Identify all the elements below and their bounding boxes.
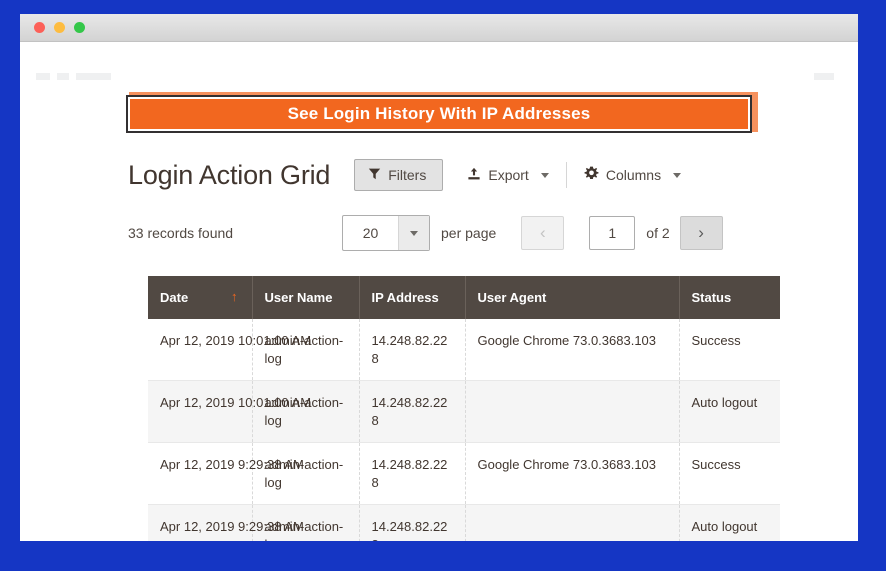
table-body: Apr 12, 2019 10:01:00 AM admin-action-lo… — [148, 319, 780, 541]
pagination-bar: 33 records found 20 per page ‹ 1 of 2 › — [128, 210, 773, 256]
filters-button-label: Filters — [388, 167, 427, 183]
column-header-date-label: Date — [160, 290, 189, 305]
cell-ip-address: 14.248.82.228 — [359, 442, 466, 505]
export-button-label: Export — [488, 167, 529, 183]
per-page-select[interactable]: 20 — [342, 215, 430, 251]
cell-user-name: admin-action-log — [252, 380, 360, 443]
cell-user-agent — [465, 504, 680, 541]
login-action-grid-table: Date ↑ User Name IP Address User Agent S… — [148, 276, 780, 541]
page-viewport: See Login History With IP Addresses Logi… — [20, 42, 858, 541]
table-row[interactable]: Apr 12, 2019 10:01:00 AM admin-action-lo… — [148, 319, 780, 381]
clipped-page-content-left — [36, 73, 111, 80]
clipped-page-content-right — [814, 73, 840, 80]
gear-icon — [584, 166, 599, 184]
cell-date: Apr 12, 2019 9:29:38 AM — [148, 442, 304, 505]
cell-status: Auto logout — [691, 519, 758, 535]
next-page-button[interactable]: › — [679, 216, 723, 250]
minimize-window-button[interactable] — [54, 22, 65, 33]
column-header-user-agent[interactable]: User Agent — [465, 276, 680, 319]
table-header-row: Date ↑ User Name IP Address User Agent S… — [148, 276, 780, 319]
per-page-value: 20 — [362, 225, 379, 241]
cell-user-name: admin-action-log — [252, 442, 360, 505]
sort-ascending-icon: ↑ — [231, 289, 238, 304]
cell-date: Apr 12, 2019 9:29:38 AM — [148, 504, 304, 541]
cell-user-name: admin-action-log — [252, 319, 360, 381]
upload-icon — [467, 167, 481, 184]
banner-frame: See Login History With IP Addresses — [126, 95, 752, 133]
close-window-button[interactable] — [34, 22, 45, 33]
login-history-banner[interactable]: See Login History With IP Addresses — [126, 92, 758, 136]
column-header-user-name[interactable]: User Name — [252, 276, 360, 319]
cell-status: Success — [691, 457, 741, 473]
toolbar-divider — [565, 162, 567, 188]
cell-user-name: admin-action-log — [252, 504, 360, 541]
column-header-ip-address[interactable]: IP Address — [359, 276, 466, 319]
table-row[interactable]: Apr 12, 2019 10:01:00 AM admin-action-lo… — [148, 380, 780, 443]
cell-user-agent — [465, 380, 680, 443]
cell-status: Auto logout — [691, 395, 758, 411]
export-button[interactable]: Export — [463, 160, 552, 191]
cell-date: Apr 12, 2019 10:01:00 AM — [148, 319, 311, 381]
records-found-label: 33 records found — [128, 225, 234, 241]
columns-button[interactable]: Columns — [580, 159, 685, 191]
chevron-down-icon — [673, 172, 682, 178]
banner-fill: See Login History With IP Addresses — [130, 99, 748, 129]
cell-ip-address: 14.248.82.228 — [359, 380, 466, 443]
funnel-icon — [368, 167, 381, 183]
chevron-down-icon — [398, 216, 429, 250]
page-number-input[interactable]: 1 — [589, 216, 636, 250]
table-row[interactable]: Apr 12, 2019 9:29:38 AM admin-action-log… — [148, 442, 780, 505]
cell-date: Apr 12, 2019 10:01:00 AM — [148, 380, 311, 443]
column-header-date[interactable]: Date ↑ — [148, 276, 253, 319]
browser-window: See Login History With IP Addresses Logi… — [20, 14, 858, 541]
cell-user-agent: Google Chrome 73.0.3683.103 — [465, 442, 680, 505]
total-pages-label: of 2 — [646, 225, 670, 241]
column-header-status[interactable]: Status — [679, 276, 780, 319]
table-row[interactable]: Apr 12, 2019 9:29:38 AM admin-action-log… — [148, 504, 780, 541]
cell-ip-address: 14.248.82.228 — [359, 319, 466, 381]
cell-ip-address: 14.248.82.228 — [359, 504, 466, 541]
page-title: Login Action Grid — [128, 159, 331, 190]
banner-title: See Login History With IP Addresses — [287, 104, 591, 123]
chevron-down-icon — [540, 172, 549, 178]
filters-button[interactable]: Filters — [354, 159, 444, 191]
browser-titlebar — [20, 14, 858, 42]
cell-status: Success — [691, 333, 741, 348]
cell-user-agent: Google Chrome 73.0.3683.103 — [465, 319, 680, 381]
previous-page-button[interactable]: ‹ — [521, 216, 565, 250]
grid-header-bar: Login Action Grid Filters Export Columns — [128, 152, 768, 198]
per-page-label: per page — [441, 225, 497, 241]
columns-button-label: Columns — [605, 167, 662, 183]
maximize-window-button[interactable] — [74, 22, 85, 33]
